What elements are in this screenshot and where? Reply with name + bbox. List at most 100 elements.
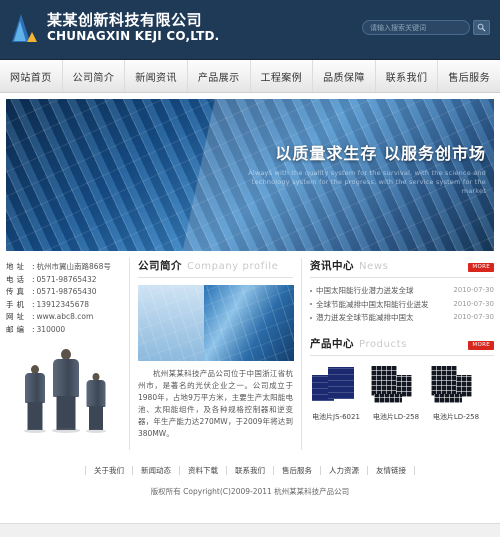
footer-link-downloads[interactable]: 资料下载	[180, 465, 227, 475]
hero-banner[interactable]: 以质量求生存 以服务创市场 Always with the quality sy…	[6, 99, 494, 251]
nav-item-quality[interactable]: 品质保障	[313, 60, 376, 92]
contact-row-zipcode: 邮编 : 310000	[6, 324, 123, 337]
copyright-text: 版权所有 Copyright(C)2009-2011 杭州某某科技产品公司	[150, 487, 350, 496]
contact-value: 13912345678	[36, 299, 90, 309]
product-thumbnail	[370, 365, 422, 407]
profile-title-cn: 公司简介	[138, 260, 182, 272]
product-card[interactable]: 电池片LD-258	[370, 365, 422, 422]
person-shadow	[24, 429, 46, 433]
solar-panel-icon	[374, 393, 402, 403]
news-item-date: 2010-07-30	[453, 299, 494, 308]
news-item-title[interactable]: 中国太阳能行业潜力迸发全球	[316, 284, 449, 298]
search-area	[362, 20, 490, 35]
contact-info-list: 地址 : 杭州市翼山南路868号 电话 : 0571-98765432 传真 :…	[6, 261, 123, 336]
brand-name-en: CHUNAGXIN KEJI CO,LTD.	[47, 29, 220, 43]
contact-value: 杭州市翼山南路868号	[36, 262, 111, 271]
team-photo	[6, 345, 126, 437]
profile-image-grid	[138, 285, 294, 361]
news-item-title[interactable]: 潜力迸发全球节能减排中国太	[316, 311, 449, 325]
solar-panel-icon	[434, 393, 462, 403]
news-list: 中国太阳能行业潜力迸发全球 2010-07-30 全球节能减排中国太阳能行业迸发…	[310, 284, 494, 325]
product-thumbnail	[430, 365, 482, 407]
news-products-column: 资讯中心 News MORE 中国太阳能行业潜力迸发全球 2010-07-30 …	[302, 258, 494, 450]
logo-triangle-accent	[27, 31, 37, 42]
nav-item-cases[interactable]: 工程案例	[251, 60, 314, 92]
bullet-icon	[310, 316, 312, 319]
brand-name-cn: 某某创新科技有限公司	[47, 11, 203, 29]
contact-colon: :	[32, 312, 35, 321]
contact-row-phone: 电话 : 0571-98765432	[6, 274, 123, 287]
footer-link-about[interactable]: 关于我们	[85, 465, 133, 475]
footer-link-partners[interactable]: 友情链接	[368, 465, 415, 475]
news-more-button[interactable]: MORE	[468, 263, 494, 272]
contact-value: 0571-98765432	[36, 274, 97, 284]
news-item-date: 2010-07-30	[453, 313, 494, 321]
company-logo-icon	[12, 12, 38, 44]
solar-panel-icon	[431, 365, 457, 396]
contact-label: 手机	[6, 299, 27, 309]
banner-text-block: 以质量求生存 以服务创市场 Always with the quality sy…	[236, 144, 486, 196]
person-legs	[27, 402, 43, 430]
product-thumbnail	[310, 365, 362, 407]
contact-label: 传真	[6, 287, 27, 296]
news-list-item[interactable]: 潜力迸发全球节能减排中国太 2010-07-30	[310, 311, 494, 325]
footer-link-contact[interactable]: 联系我们	[227, 465, 274, 475]
news-list-item[interactable]: 全球节能减排中国太阳能行业迸发 2010-07-30	[310, 298, 494, 312]
person-legs	[89, 406, 103, 430]
products-more-button[interactable]: MORE	[468, 340, 494, 350]
search-icon	[477, 23, 486, 32]
footer-link-news[interactable]: 新闻动态	[133, 465, 180, 475]
news-list-item[interactable]: 中国太阳能行业潜力迸发全球 2010-07-30	[310, 284, 494, 298]
news-title-en: News	[359, 261, 389, 272]
search-input[interactable]	[362, 20, 470, 35]
bottom-bar	[0, 523, 500, 537]
site-header: 某某创新科技有限公司 CHUNAGXIN KEJI CO,LTD.	[0, 0, 500, 60]
nav-item-products[interactable]: 产品展示	[188, 60, 251, 92]
news-item-date: 2010-07-30	[453, 286, 494, 294]
news-title-cn: 资讯中心	[310, 260, 354, 272]
banner-headline: 以质量求生存 以服务创市场	[275, 144, 486, 163]
person-shadow	[86, 429, 106, 433]
product-card[interactable]: 电池片JS-6021	[310, 365, 362, 422]
nav-item-contact[interactable]: 联系我们	[376, 60, 439, 92]
footer-link-service[interactable]: 售后服务	[274, 465, 321, 475]
bullet-icon	[310, 289, 312, 292]
contact-label: 网址	[6, 312, 27, 321]
company-profile-column: 公司简介 Company profile 杭州某某科技产品公司位于中国浙江省杭州…	[130, 258, 302, 450]
search-button[interactable]	[473, 20, 490, 35]
contact-colon: :	[32, 287, 35, 296]
profile-section-header: 公司简介 Company profile	[138, 258, 293, 278]
contact-row-mobile: 手机 : 13912345678	[6, 299, 123, 312]
contact-colon: :	[32, 324, 35, 334]
products-title-en: Products	[359, 338, 407, 350]
nav-item-about[interactable]: 公司简介	[63, 60, 126, 92]
page-root: 某某创新科技有限公司 CHUNAGXIN KEJI CO,LTD. 网站首页 公…	[0, 0, 500, 537]
team-member-left	[22, 365, 48, 433]
nav-item-news[interactable]: 新闻资讯	[125, 60, 188, 92]
logo-area[interactable]: 某某创新科技有限公司 CHUNAGXIN KEJI CO,LTD.	[12, 11, 219, 44]
person-body	[86, 380, 106, 407]
brand-text-block: 某某创新科技有限公司 CHUNAGXIN KEJI CO,LTD.	[47, 11, 219, 44]
footer-link-hr[interactable]: 人力资源	[321, 465, 368, 475]
nav-item-service[interactable]: 售后服务	[438, 60, 500, 92]
contact-label: 邮编	[6, 324, 27, 334]
profile-title-en: Company profile	[187, 261, 279, 272]
person-legs	[56, 396, 76, 430]
contact-row-website[interactable]: 网址 : www.abc8.com	[6, 311, 123, 324]
contact-value: 310000	[36, 324, 66, 334]
solar-cell-icon	[328, 366, 354, 399]
person-body	[53, 359, 79, 397]
team-member-right	[84, 373, 108, 433]
person-body	[25, 373, 45, 403]
products-section-header: 产品中心 Products MORE	[310, 336, 494, 356]
news-item-title[interactable]: 全球节能减排中国太阳能行业迸发	[316, 298, 449, 312]
contact-colon: :	[32, 262, 35, 271]
contact-colon: :	[32, 274, 35, 284]
profile-building-image	[138, 285, 294, 361]
nav-item-home[interactable]: 网站首页	[0, 60, 63, 92]
product-card[interactable]: 电池片LD-258	[430, 365, 482, 422]
solar-panel-icon	[371, 365, 397, 396]
contact-value[interactable]: www.abc8.com	[37, 311, 94, 324]
profile-body-text: 杭州某某科技产品公司位于中国浙江省杭州市，是著名的光伏企业之一。公司成立于198…	[138, 369, 293, 438]
person-shadow	[52, 428, 80, 433]
